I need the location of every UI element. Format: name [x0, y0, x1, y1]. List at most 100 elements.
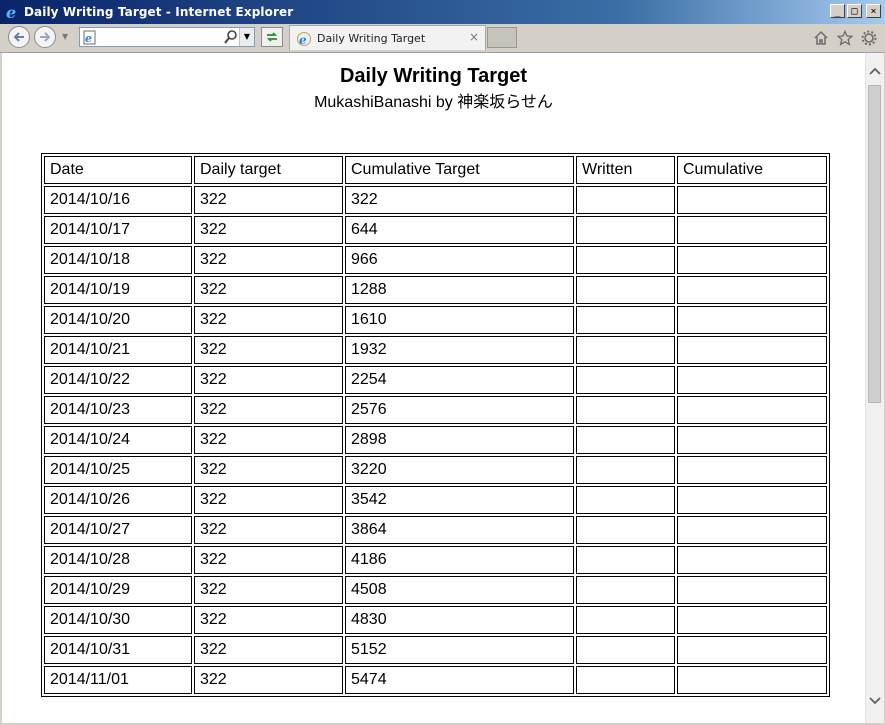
tab-daily-writing-target[interactable]: e Daily Writing Target ×	[289, 25, 486, 50]
cell-daily-target: 322	[194, 186, 343, 214]
cell-cumulative	[677, 426, 827, 454]
cell-daily-target: 322	[194, 576, 343, 604]
page-subtitle: MukashiBanashi by 神楽坂らせん	[314, 94, 553, 111]
navigation-bar: ▼ e ▼ e Daily Writing Target ×	[0, 24, 885, 53]
cell-daily-target: 322	[194, 426, 343, 454]
vertical-scrollbar[interactable]	[865, 53, 884, 723]
cell-written	[576, 666, 675, 694]
page-title: Daily Writing Target	[339, 65, 528, 87]
header-cumulative: Cumulative	[677, 156, 827, 184]
table-row: 2014/10/24 322 2898	[44, 426, 827, 454]
cell-cumulative-target: 3220	[345, 456, 574, 484]
svg-text:e: e	[85, 32, 92, 45]
cell-date: 2014/10/20	[44, 306, 192, 334]
cell-cumulative	[677, 306, 827, 334]
cell-cumulative-target: 2898	[345, 426, 574, 454]
cell-daily-target: 322	[194, 276, 343, 304]
ie-page-icon: e	[296, 31, 312, 51]
writing-target-table: Date Daily target Cumulative Target Writ…	[41, 153, 830, 697]
cell-date: 2014/10/31	[44, 636, 192, 664]
cell-written	[576, 396, 675, 424]
cell-cumulative	[677, 216, 827, 244]
window-title: Daily Writing Target - Internet Explorer	[24, 5, 294, 19]
cell-cumulative	[677, 576, 827, 604]
cell-cumulative-target: 4830	[345, 606, 574, 634]
cell-cumulative-target: 2576	[345, 396, 574, 424]
header-date: Date	[44, 156, 192, 184]
cell-date: 2014/10/19	[44, 276, 192, 304]
cell-date: 2014/10/26	[44, 486, 192, 514]
cell-date: 2014/10/25	[44, 456, 192, 484]
cell-cumulative	[677, 606, 827, 634]
cell-cumulative-target: 966	[345, 246, 574, 274]
cell-cumulative	[677, 366, 827, 394]
svg-text:e: e	[6, 4, 16, 20]
tab-close-icon[interactable]: ×	[469, 30, 479, 44]
header-written: Written	[576, 156, 675, 184]
cell-cumulative-target: 1932	[345, 336, 574, 364]
table-row: 2014/10/27 322 3864	[44, 516, 827, 544]
cell-date: 2014/10/21	[44, 336, 192, 364]
maximize-button[interactable]: □	[847, 4, 862, 18]
table-row: 2014/10/31 322 5152	[44, 636, 827, 664]
gear-icon[interactable]	[860, 29, 877, 46]
table-row: 2014/10/28 322 4186	[44, 546, 827, 574]
cell-date: 2014/10/30	[44, 606, 192, 634]
minimize-button[interactable]: _	[830, 4, 845, 18]
cell-written	[576, 516, 675, 544]
cell-cumulative-target: 5152	[345, 636, 574, 664]
scroll-down-icon[interactable]	[866, 695, 884, 713]
back-arrow-icon	[12, 28, 26, 47]
cell-daily-target: 322	[194, 606, 343, 634]
header-daily-target: Daily target	[194, 156, 343, 184]
cell-cumulative	[677, 486, 827, 514]
cell-daily-target: 322	[194, 516, 343, 544]
history-dropdown-icon[interactable]: ▼	[62, 32, 68, 41]
cell-daily-target: 322	[194, 306, 343, 334]
cell-cumulative	[677, 516, 827, 544]
cell-date: 2014/10/17	[44, 216, 192, 244]
home-icon[interactable]	[812, 29, 829, 46]
address-dropdown-icon[interactable]: ▼	[239, 28, 254, 46]
cell-date: 2014/11/01	[44, 666, 192, 694]
cell-cumulative	[677, 456, 827, 484]
cell-daily-target: 322	[194, 546, 343, 574]
header-cumulative-target: Cumulative Target	[345, 156, 574, 184]
new-tab-button[interactable]	[487, 27, 517, 48]
address-input[interactable]	[102, 29, 212, 45]
table-row: 2014/10/18 322 966	[44, 246, 827, 274]
search-icon[interactable]	[224, 29, 238, 49]
close-window-button[interactable]: ×	[866, 4, 881, 18]
table-row: 2014/10/26 322 3542	[44, 486, 827, 514]
tab-label: Daily Writing Target	[317, 32, 426, 45]
forward-button[interactable]	[34, 26, 56, 48]
forward-arrow-icon	[38, 28, 52, 47]
cell-written	[576, 336, 675, 364]
window-title-bar: e Daily Writing Target - Internet Explor…	[0, 0, 885, 24]
table-row: 2014/10/25 322 3220	[44, 456, 827, 484]
cell-written	[576, 486, 675, 514]
table-row: 2014/10/23 322 2576	[44, 396, 827, 424]
cell-cumulative-target: 5474	[345, 666, 574, 694]
cell-written	[576, 636, 675, 664]
cell-cumulative	[677, 636, 827, 664]
scrollbar-thumb[interactable]	[868, 85, 881, 403]
cell-cumulative-target: 3542	[345, 486, 574, 514]
cell-date: 2014/10/29	[44, 576, 192, 604]
back-button[interactable]	[8, 26, 30, 48]
cell-date: 2014/10/24	[44, 426, 192, 454]
table-row: 2014/10/17 322 644	[44, 216, 827, 244]
table-row: 2014/10/20 322 1610	[44, 306, 827, 334]
address-bar[interactable]: e ▼	[79, 27, 255, 47]
cell-cumulative	[677, 546, 827, 574]
cell-cumulative	[677, 276, 827, 304]
refresh-button[interactable]	[261, 27, 283, 47]
cell-cumulative	[677, 246, 827, 274]
favorites-star-icon[interactable]	[836, 29, 853, 46]
cell-daily-target: 322	[194, 636, 343, 664]
cell-date: 2014/10/28	[44, 546, 192, 574]
scroll-up-icon[interactable]	[866, 65, 884, 83]
svg-text:e: e	[299, 33, 307, 47]
cell-daily-target: 322	[194, 216, 343, 244]
cell-written	[576, 276, 675, 304]
